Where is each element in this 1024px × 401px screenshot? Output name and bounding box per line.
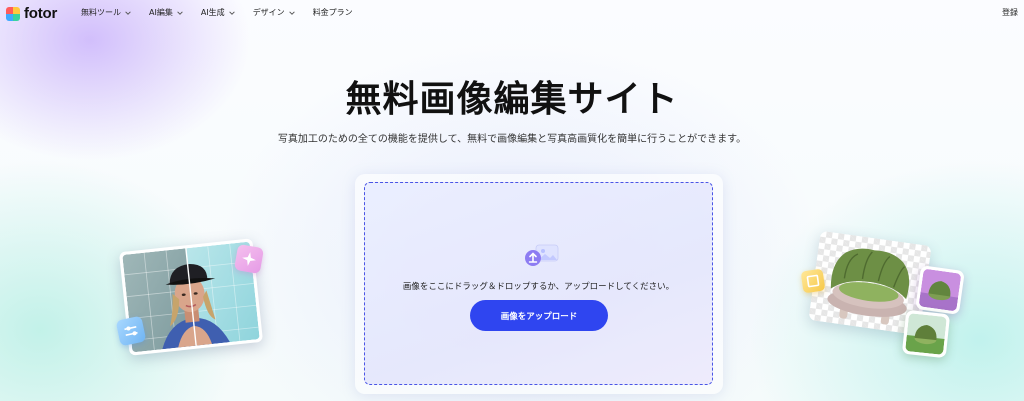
logo-text: fotor xyxy=(24,5,58,22)
image-dropzone[interactable]: 画像をここにドラッグ＆ドロップするか、アップロードしてください。 画像をアップロ… xyxy=(364,182,713,385)
nav-item-ai-edit[interactable]: AI編集 xyxy=(149,7,184,18)
portrait-enhance-illustration xyxy=(112,238,272,360)
fotor-logo-icon xyxy=(6,6,20,21)
sparkle-icon xyxy=(233,243,265,275)
nav-item-label: AI生成 xyxy=(200,8,225,17)
nav-item-pricing[interactable]: 料金プラン xyxy=(313,7,353,18)
main-menu: 無料ツール AI編集 AI生成 デザイン 料金プラン xyxy=(81,7,353,18)
upload-card: 画像をここにドラッグ＆ドロップするか、アップロードしてください。 画像をアップロ… xyxy=(355,174,723,394)
page-subtitle: 写真加工のための全ての機能を提供して、無料で画像編集と写真高画質化を簡単に行うこ… xyxy=(277,134,747,145)
crop-icon xyxy=(800,268,826,294)
armchair-thumbnail-pink xyxy=(915,265,965,315)
login-link[interactable]: 登録 xyxy=(1002,7,1018,18)
page-title: 無料画像編集サイト xyxy=(345,79,679,120)
chevron-down-icon xyxy=(288,10,295,15)
dropzone-instructions: 画像をここにドラッグ＆ドロップするか、アップロードしてください。 xyxy=(402,282,675,292)
chevron-down-icon xyxy=(177,10,183,15)
chevron-down-icon xyxy=(228,10,235,15)
upload-image-button[interactable]: 画像をアップロード xyxy=(470,300,608,331)
image-upload-icon xyxy=(525,244,559,266)
nav-item-label: 料金プラン xyxy=(312,8,353,17)
nav-item-design[interactable]: デザイン xyxy=(253,7,296,18)
nav-item-label: 無料ツール xyxy=(81,8,121,17)
nav-item-ai-generate[interactable]: AI生成 xyxy=(201,7,236,18)
armchair-thumbnail-garden xyxy=(901,309,951,359)
nav-item-free-tools[interactable]: 無料ツール xyxy=(81,7,132,18)
background-removal-illustration xyxy=(800,230,970,360)
top-navigation: fotor 無料ツール AI編集 AI生成 デザイン 料金プラン 登録 xyxy=(0,0,1024,26)
chevron-down-icon xyxy=(125,10,131,15)
nav-item-label: AI編集 xyxy=(149,8,173,17)
nav-item-label: デザイン xyxy=(252,8,285,17)
fotor-logo[interactable]: fotor xyxy=(6,5,57,22)
sliders-icon xyxy=(115,315,147,347)
